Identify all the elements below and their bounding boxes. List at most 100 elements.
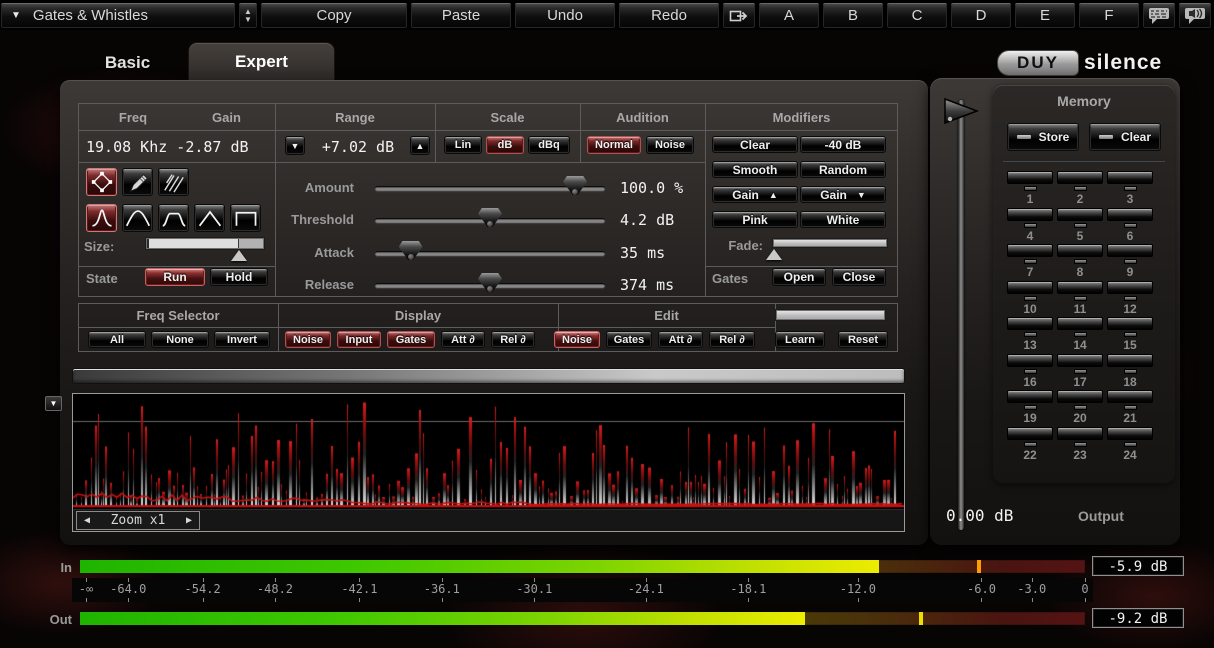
preset-spinner[interactable]: ▲ ▼ bbox=[238, 2, 258, 29]
bank-a-button[interactable]: A bbox=[758, 2, 820, 29]
memory-slot-button[interactable] bbox=[1057, 171, 1103, 184]
memory-slot-button[interactable] bbox=[1007, 354, 1053, 367]
zoom-control[interactable]: ◀ Zoom x1 ▶ bbox=[76, 511, 200, 530]
memory-slot-button[interactable] bbox=[1057, 281, 1103, 294]
modifier-smooth-button[interactable]: Smooth bbox=[712, 161, 798, 178]
spectrum-display[interactable]: ◀ Zoom x1 ▶ bbox=[72, 393, 905, 532]
memory-slot-button[interactable] bbox=[1007, 281, 1053, 294]
spinner-up-icon[interactable]: ▲ bbox=[244, 8, 252, 15]
freq-select-all-button[interactable]: All bbox=[88, 331, 146, 348]
gates-close-button[interactable]: Close bbox=[832, 268, 886, 286]
range-increment-button[interactable]: ▲ bbox=[410, 136, 430, 155]
output-fader-track[interactable] bbox=[958, 100, 964, 530]
memory-slot-button[interactable] bbox=[1007, 171, 1053, 184]
zoom-next-icon[interactable]: ▶ bbox=[186, 515, 192, 526]
memory-slot-button[interactable] bbox=[1107, 354, 1153, 367]
range-decrement-button[interactable]: ▼ bbox=[285, 136, 305, 155]
edit-attack-curve-button[interactable]: Att ∂ bbox=[658, 331, 703, 348]
scale-lin-button[interactable]: Lin bbox=[444, 136, 482, 154]
memory-slot-button[interactable] bbox=[1007, 244, 1053, 257]
spectrum-row-marker[interactable]: ▼ bbox=[45, 396, 62, 411]
audition-normal-button[interactable]: Normal bbox=[587, 136, 641, 154]
paste-button[interactable]: Paste bbox=[410, 2, 512, 29]
memory-slot-button[interactable] bbox=[1107, 317, 1153, 330]
memory-slot-button[interactable] bbox=[1057, 208, 1103, 221]
undo-button[interactable]: Undo bbox=[514, 2, 616, 29]
transfer-button[interactable] bbox=[722, 2, 756, 29]
memory-slot-button[interactable] bbox=[1057, 354, 1103, 367]
reset-button[interactable]: Reset bbox=[838, 331, 888, 348]
keyboard-feedback-button[interactable] bbox=[1142, 2, 1176, 29]
bank-d-button[interactable]: D bbox=[950, 2, 1012, 29]
audition-noise-button[interactable]: Noise bbox=[646, 136, 694, 154]
memory-slot-button[interactable] bbox=[1007, 208, 1053, 221]
freq-select-none-button[interactable]: None bbox=[151, 331, 209, 348]
release-slider-knob[interactable] bbox=[478, 273, 502, 292]
modifier-clear-button[interactable]: Clear bbox=[712, 136, 798, 153]
spectrum-scrollbar[interactable] bbox=[72, 368, 905, 384]
display-release-curve-button[interactable]: Rel ∂ bbox=[491, 331, 535, 348]
copy-button[interactable]: Copy bbox=[260, 2, 408, 29]
modifier-white-button[interactable]: White bbox=[800, 211, 886, 228]
output-gain-value[interactable]: 0.00 dB bbox=[946, 506, 1013, 525]
memory-slot-button[interactable] bbox=[1007, 390, 1053, 403]
spinner-down-icon[interactable]: ▼ bbox=[244, 16, 252, 23]
gain-down-label: Gain bbox=[820, 188, 847, 202]
bank-f-button[interactable]: F bbox=[1078, 2, 1140, 29]
memory-slot-button[interactable] bbox=[1057, 244, 1103, 257]
zoom-prev-icon[interactable]: ◀ bbox=[84, 515, 90, 526]
memory-slot-button[interactable] bbox=[1107, 390, 1153, 403]
learn-button[interactable]: Learn bbox=[775, 331, 825, 348]
memory-slot-number: 1 bbox=[1007, 192, 1053, 206]
tab-expert[interactable]: Expert bbox=[188, 42, 335, 81]
output-fader-handle[interactable] bbox=[942, 96, 982, 126]
memory-slot-button[interactable] bbox=[1107, 427, 1153, 440]
modifier-pink-button[interactable]: Pink bbox=[712, 211, 798, 228]
memory-slot-button[interactable] bbox=[1057, 390, 1103, 403]
tab-basic[interactable]: Basic bbox=[75, 46, 180, 80]
range-value[interactable]: +7.02 dB bbox=[308, 138, 408, 156]
preset-selector[interactable]: ▼ Gates & Whistles bbox=[0, 2, 236, 29]
memory-slot-button[interactable] bbox=[1057, 317, 1103, 330]
bank-b-button[interactable]: B bbox=[822, 2, 884, 29]
memory-slot-button[interactable] bbox=[1107, 208, 1153, 221]
meter-tick-label: -∞ bbox=[79, 582, 93, 596]
bank-c-button[interactable]: C bbox=[886, 2, 948, 29]
display-input-button[interactable]: Input bbox=[337, 331, 381, 348]
edit-noise-button[interactable]: Noise bbox=[554, 331, 600, 348]
display-attack-curve-button[interactable]: Att ∂ bbox=[441, 331, 485, 348]
freq-select-invert-button[interactable]: Invert bbox=[214, 331, 270, 348]
memory-slot-notch bbox=[1024, 442, 1037, 447]
bank-e-button[interactable]: E bbox=[1014, 2, 1076, 29]
modifier-minus40db-button[interactable]: -40 dB bbox=[800, 136, 886, 153]
fade-slider-track[interactable] bbox=[772, 238, 888, 248]
attack-slider-knob[interactable] bbox=[399, 241, 423, 260]
memory-slot-button[interactable] bbox=[1107, 244, 1153, 257]
display-noise-button[interactable]: Noise bbox=[285, 331, 331, 348]
spectrum-canvas[interactable] bbox=[73, 394, 904, 509]
scale-db-button[interactable]: dB bbox=[486, 136, 524, 154]
modifier-random-button[interactable]: Random bbox=[800, 161, 886, 178]
keyboard-bubble-icon bbox=[1148, 7, 1170, 25]
memory-slot-button[interactable] bbox=[1107, 281, 1153, 294]
memory-slot-button[interactable] bbox=[1057, 427, 1103, 440]
threshold-slider-knob[interactable] bbox=[478, 208, 502, 227]
gates-open-button[interactable]: Open bbox=[772, 268, 826, 286]
audio-feedback-button[interactable] bbox=[1178, 2, 1212, 29]
edit-gates-button[interactable]: Gates bbox=[606, 331, 652, 348]
freq-gain-value[interactable]: 19.08 Khz -2.87 dB bbox=[86, 138, 249, 156]
display-gates-button[interactable]: Gates bbox=[387, 331, 435, 348]
memory-slot-button[interactable] bbox=[1007, 317, 1053, 330]
edit-release-curve-button[interactable]: Rel ∂ bbox=[709, 331, 755, 348]
zoom-level-label: Zoom x1 bbox=[111, 513, 166, 528]
threshold-value: 4.2 dB bbox=[620, 211, 674, 229]
redo-button[interactable]: Redo bbox=[618, 2, 720, 29]
scale-dbq-button[interactable]: dBq bbox=[528, 136, 570, 154]
fade-slider-pointer[interactable] bbox=[766, 249, 782, 260]
modifier-gain-up-button[interactable]: Gain ▲ bbox=[712, 186, 798, 203]
memory-slot-button[interactable] bbox=[1107, 171, 1153, 184]
output-label: Output bbox=[1078, 508, 1124, 524]
amount-slider-knob[interactable] bbox=[563, 176, 587, 195]
modifier-gain-down-button[interactable]: Gain ▼ bbox=[800, 186, 886, 203]
memory-slot-button[interactable] bbox=[1007, 427, 1053, 440]
